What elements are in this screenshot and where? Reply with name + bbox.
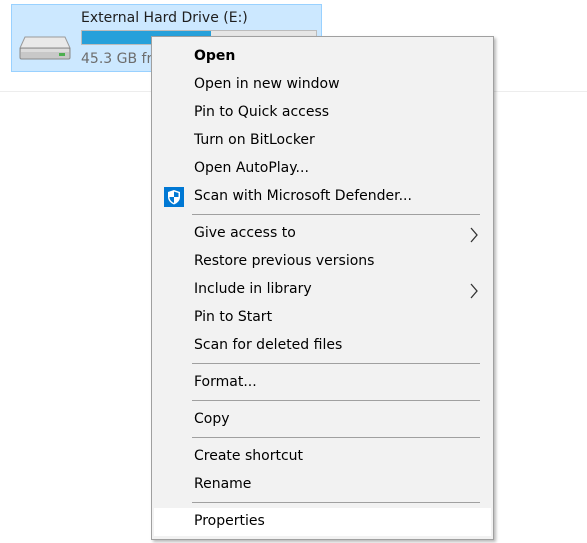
menu-item-label: Restore previous versions: [194, 253, 375, 269]
menu-separator: [192, 437, 480, 438]
menu-item-copy[interactable]: Copy: [154, 406, 491, 434]
menu-item-scan-deleted[interactable]: Scan for deleted files: [154, 332, 491, 360]
menu-item-label: Rename: [194, 476, 252, 492]
menu-item-create-shortcut[interactable]: Create shortcut: [154, 443, 491, 471]
menu-separator: [192, 363, 480, 364]
menu-item-label: Pin to Start: [194, 309, 273, 325]
menu-item-label: Pin to Quick access: [194, 104, 330, 120]
menu-item-open-autoplay[interactable]: Open AutoPlay...: [154, 155, 491, 183]
menu-item-label: Scan with Microsoft Defender...: [194, 188, 412, 204]
menu-item-label: Scan for deleted files: [194, 337, 343, 353]
drive-name: External Hard Drive (E:): [81, 10, 248, 26]
menu-item-label: Open AutoPlay...: [194, 160, 309, 176]
chevron-right-icon: [470, 227, 478, 243]
menu-item-label: Format...: [194, 374, 257, 390]
menu-item-label: Turn on BitLocker: [194, 132, 315, 148]
menu-item-open[interactable]: Open: [154, 43, 491, 71]
menu-item-properties[interactable]: Properties: [154, 508, 491, 536]
menu-item-pin-start[interactable]: Pin to Start: [154, 304, 491, 332]
menu-separator: [192, 400, 480, 401]
menu-item-label: Open: [194, 48, 236, 64]
menu-item-format[interactable]: Format...: [154, 369, 491, 397]
menu-item-open-new-window[interactable]: Open in new window: [154, 71, 491, 99]
defender-shield-icon: [164, 187, 184, 207]
context-menu: Open Open in new window Pin to Quick acc…: [151, 36, 494, 540]
menu-item-rename[interactable]: Rename: [154, 471, 491, 499]
menu-item-pin-quick-access[interactable]: Pin to Quick access: [154, 99, 491, 127]
chevron-right-icon: [470, 283, 478, 299]
hard-drive-icon: [19, 36, 71, 60]
menu-item-turn-on-bitlocker[interactable]: Turn on BitLocker: [154, 127, 491, 155]
menu-item-give-access[interactable]: Give access to: [154, 220, 491, 248]
menu-item-include-library[interactable]: Include in library: [154, 276, 491, 304]
menu-item-label: Open in new window: [194, 76, 340, 92]
menu-item-label: Copy: [194, 411, 230, 427]
explorer-window: External Hard Drive (E:) 45.3 GB free of…: [0, 0, 587, 543]
menu-separator: [192, 214, 480, 215]
menu-item-label: Create shortcut: [194, 448, 304, 464]
menu-item-label: Include in library: [194, 281, 312, 297]
menu-item-label: Properties: [194, 513, 265, 529]
menu-item-scan-defender[interactable]: Scan with Microsoft Defender...: [154, 183, 491, 211]
menu-item-restore-versions[interactable]: Restore previous versions: [154, 248, 491, 276]
menu-item-label: Give access to: [194, 225, 296, 241]
menu-separator: [192, 502, 480, 503]
